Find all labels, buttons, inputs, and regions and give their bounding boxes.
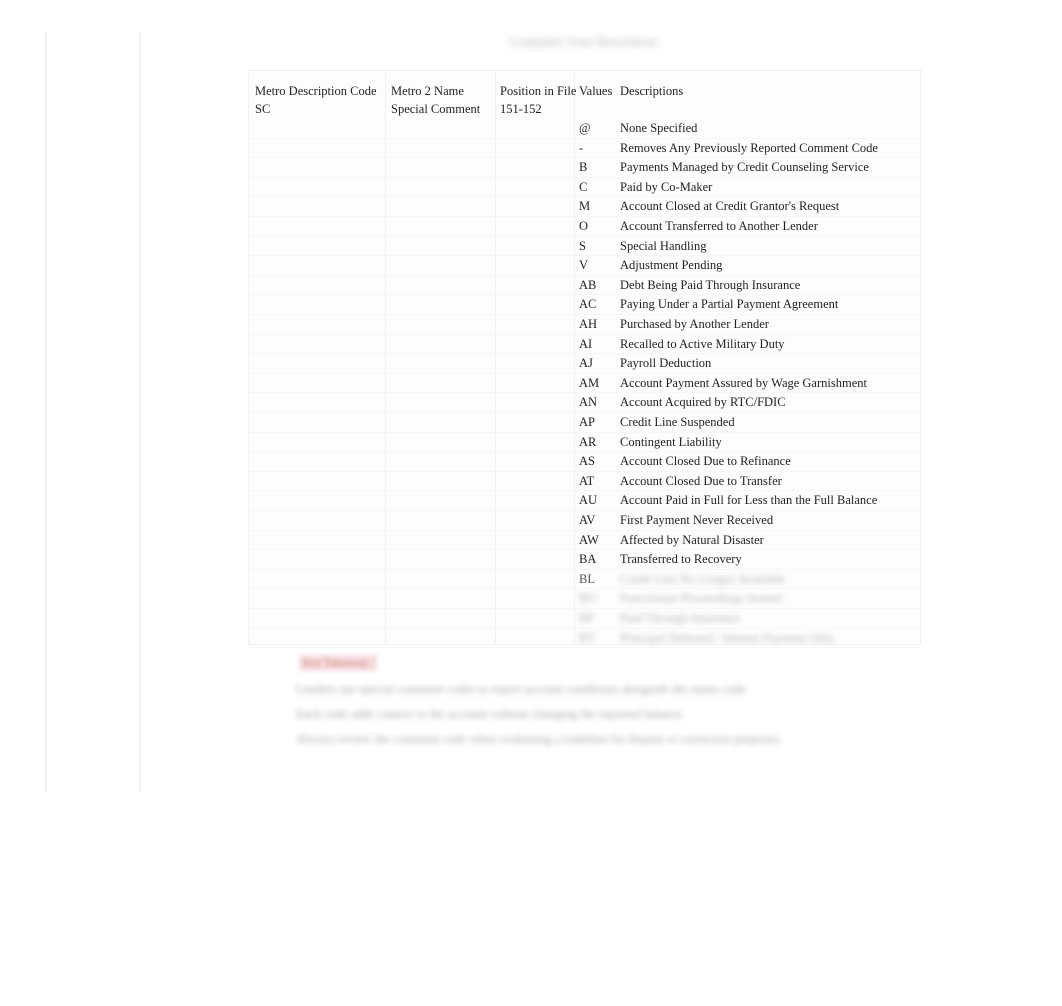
row-description: Contingent Liability [620, 434, 722, 449]
table-row: V Adjustment Pending [249, 256, 920, 276]
row-description: Account Paid in Full for Less than the F… [620, 493, 878, 508]
row-description: Removes Any Previously Reported Comment … [620, 140, 878, 155]
metro2-special-comment-table: Metro Description Code SC Metro 2 Name S… [248, 70, 921, 649]
row-description: Payroll Deduction [620, 356, 712, 371]
row-description: None Specified [620, 121, 698, 135]
table-row: BP Paid Through Insurance [249, 609, 920, 629]
row-value-code: C [579, 179, 588, 194]
row-description: Purchased by Another Lender [620, 317, 769, 331]
row-description: Account Acquired by RTC/FDIC [620, 395, 786, 410]
table-row: AP Credit Line Suspended [249, 413, 920, 433]
row-value-code: O [579, 219, 589, 233]
table-row: B Payments Managed by Credit Counseling S… [249, 158, 920, 178]
body-paragraph-line-2: Each code adds context to the account wi… [296, 707, 685, 721]
table-row: C Paid by Co-Maker [249, 178, 920, 198]
row-description: Account Transferred to Another Lender [620, 219, 818, 233]
row-description: Foreclosure Proceedings Started [620, 591, 782, 606]
row-value-code: BA [579, 552, 597, 567]
row-value-code: AP [579, 415, 595, 429]
page-margin-rule-left [45, 32, 47, 792]
row-description: Paying Under a Partial Payment Agreement [620, 297, 839, 312]
table-row: M Account Closed at Credit Grantor's Requ… [249, 197, 920, 217]
header-descriptions: Descriptions [620, 84, 684, 98]
table-row: AC Paying Under a Partial Payment Agreeme… [249, 295, 920, 315]
header-metro-2-name: Metro 2 Name Special Comment [391, 84, 481, 116]
table-row: AS Account Closed Due to Refinance [249, 452, 920, 472]
row-description: Account Closed Due to Refinance [620, 454, 791, 469]
row-description: Paid by Co-Maker [620, 179, 713, 194]
table-row: AJ Payroll Deduction [249, 354, 920, 374]
row-value-code: @ [579, 121, 591, 135]
header-values: Values [579, 84, 613, 98]
row-description: Principal Deferred / Interest Payment On… [620, 630, 835, 645]
row-description: Affected by Natural Disaster [620, 532, 764, 547]
row-description: Recalled to Active Military Duty [620, 336, 785, 351]
table-row: - Removes Any Previously Reported Comment… [249, 139, 920, 159]
header-position-in-file: Position in File 151-152 [500, 84, 577, 116]
body-paragraph-line-1: Lenders use special comment codes to rep… [296, 682, 749, 696]
row-value-code: AH [579, 317, 598, 331]
row-value-code: M [579, 199, 591, 214]
row-value-code: BP [579, 611, 595, 625]
key-takeaway-badge: Key Takeaway [299, 655, 377, 671]
table-row: AV First Payment Never Received [249, 511, 920, 531]
table-row: AR Contingent Liability [249, 433, 920, 453]
header-metro-description-code: Metro Description Code SC [255, 84, 377, 116]
row-description: Transferred to Recovery [620, 552, 742, 567]
table-row: BA Transferred to Recovery [249, 550, 920, 570]
row-description: First Payment Never Received [620, 513, 774, 527]
table-row: @ None Specified [249, 119, 920, 139]
row-value-code: AR [579, 434, 597, 449]
table-row: BT Principal Deferred / Interest Payment … [249, 629, 920, 649]
table-row: AT Account Closed Due to Transfer [249, 472, 920, 492]
row-description: Account Closed Due to Transfer [620, 473, 782, 488]
body-paragraph-line-3: Always review the comment code when eval… [296, 732, 782, 746]
table-row: S Special Handling [249, 237, 920, 257]
row-value-code: AW [579, 532, 599, 547]
row-value-code: AU [579, 493, 598, 508]
table-row: AM Account Payment Assured by Wage Garnis… [249, 374, 920, 394]
row-value-code: AV [579, 513, 596, 527]
table-row: AN Account Acquired by RTC/FDIC [249, 393, 920, 413]
table-row: AW Affected by Natural Disaster [249, 531, 920, 551]
row-value-code: S [579, 238, 586, 253]
row-value-code: AC [579, 297, 597, 312]
table-row: AU Account Paid in Full for Less than the… [249, 491, 920, 511]
row-description: Account Closed at Credit Grantor's Reque… [620, 199, 840, 214]
page-margin-rule-inner [139, 32, 141, 792]
row-description: Account Payment Assured by Wage Garnishm… [620, 375, 867, 390]
row-value-code: BL [579, 571, 595, 586]
row-value-code: AS [579, 454, 595, 469]
table-row: O Account Transferred to Another Lender [249, 217, 920, 237]
row-description: Payments Managed by Credit Counseling Se… [620, 160, 869, 175]
row-value-code: AI [579, 336, 593, 351]
row-description: Debt Being Paid Through Insurance [620, 277, 801, 292]
table-row: AI Recalled to Active Military Duty [249, 335, 920, 355]
table-row: AB Debt Being Paid Through Insurance [249, 276, 920, 296]
table-row: BL Credit Line No Longer Available [249, 570, 920, 590]
key-takeaway-badge-label: Key Takeaway [303, 657, 369, 669]
row-value-code: - [579, 140, 584, 155]
row-description: Credit Line No Longer Available [620, 571, 785, 586]
row-description: Paid Through Insurance [620, 611, 740, 625]
row-value-code: AJ [579, 356, 593, 371]
row-description: Special Handling [620, 238, 707, 253]
table-row: AH Purchased by Another Lender [249, 315, 920, 335]
row-value-code: AT [579, 473, 595, 488]
row-value-code: BT [579, 630, 595, 645]
row-value-code: AM [579, 375, 600, 390]
row-value-code: B [579, 160, 588, 175]
row-value-code: AN [579, 395, 598, 410]
page-title: Complete Your Resolution [508, 35, 658, 50]
row-value-code: BO [579, 591, 597, 606]
table-row: BO Foreclosure Proceedings Started [249, 589, 920, 609]
row-description: Credit Line Suspended [620, 415, 735, 429]
row-description: Adjustment Pending [620, 258, 723, 273]
row-value-code: V [579, 258, 589, 273]
row-value-code: AB [579, 277, 597, 292]
